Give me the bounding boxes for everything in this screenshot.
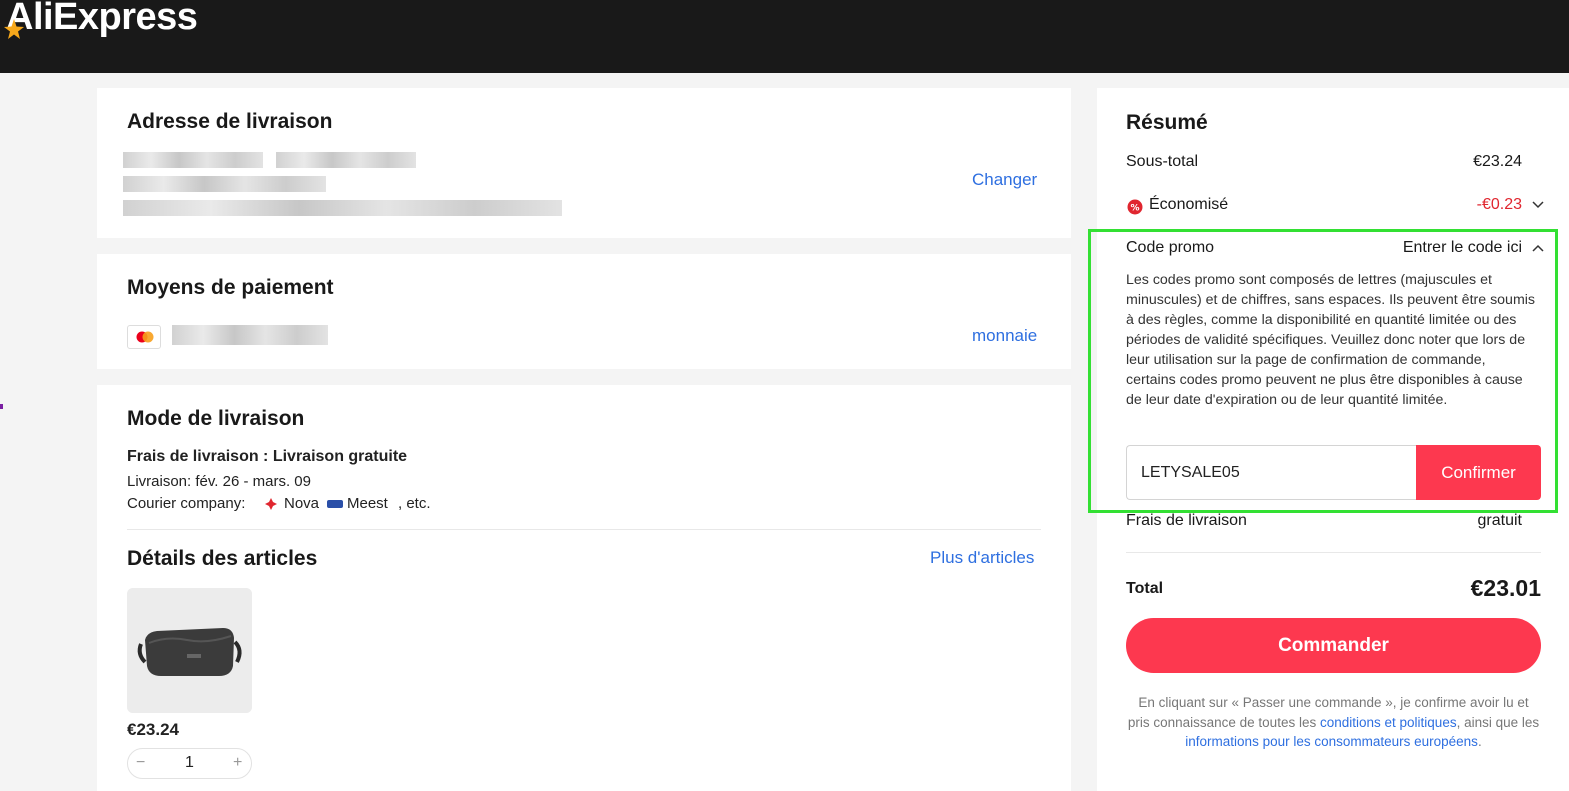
chevron-up-icon[interactable] — [1532, 243, 1544, 253]
subtotal-value: €23.24 — [1473, 153, 1522, 170]
nova-logo-icon — [265, 498, 277, 510]
legal-text-2: , ainsi que les — [1456, 714, 1540, 730]
promo-description: Les codes promo sont composés de lettres… — [1126, 272, 1536, 408]
courier-suffix: , etc. — [398, 495, 431, 512]
change-payment-link[interactable]: monnaie — [972, 326, 1037, 346]
terms-link[interactable]: conditions et politiques — [1320, 715, 1457, 730]
shipping-fee-value: gratuit — [1477, 512, 1522, 529]
saved-label: Économisé — [1149, 196, 1229, 213]
promo-toggle[interactable]: Entrer le code ici — [1403, 239, 1522, 257]
address-title: Adresse de livraison — [127, 110, 333, 133]
total-value: €23.01 — [1470, 575, 1541, 601]
card-number-redacted — [172, 325, 328, 345]
promo-code-input[interactable]: LETYSALE05 — [1126, 445, 1418, 500]
courier-meest: Meest — [347, 495, 388, 512]
edge-dot — [0, 404, 3, 409]
payment-card — [97, 254, 1071, 369]
discount-badge-icon: % — [1127, 199, 1143, 215]
subtotal-label: Sous-total — [1126, 153, 1199, 170]
address-city-redacted — [123, 200, 562, 216]
quantity-value[interactable]: 1 — [185, 754, 194, 772]
quantity-stepper: − 1 + — [127, 748, 252, 779]
shipping-fee-label: Frais de livraison — [1126, 512, 1247, 529]
legal-text-3: . — [1477, 734, 1482, 749]
items-title: Détails des articles — [127, 547, 318, 570]
legal-notice: En cliquant sur « Passer une commande »,… — [1126, 693, 1541, 752]
consumer-info-link[interactable]: informations pour les consommateurs euro… — [1185, 734, 1478, 749]
shipping-title: Mode de livraison — [127, 407, 305, 430]
quantity-minus-button[interactable]: − — [136, 754, 145, 772]
more-items-link[interactable]: Plus d'articles — [930, 548, 1034, 568]
shipping-fee-text: Frais de livraison : Livraison gratuite — [127, 448, 408, 465]
change-address-link[interactable]: Changer — [972, 170, 1037, 190]
quantity-plus-button[interactable]: + — [233, 754, 242, 772]
product-price: €23.24 — [127, 720, 179, 739]
logo-star-icon — [4, 19, 24, 39]
summary-divider — [1126, 552, 1541, 553]
mastercard-icon — [127, 325, 161, 349]
chevron-down-icon[interactable] — [1532, 200, 1544, 210]
logo-text: AliExpress — [6, 0, 198, 38]
payment-title: Moyens de paiement — [127, 276, 334, 299]
product-image[interactable] — [127, 588, 252, 713]
top-bar: AliExpress — [0, 0, 1569, 73]
total-label: Total — [1126, 580, 1164, 597]
saved-value: -€0.23 — [1476, 196, 1522, 213]
messenger-bag-icon — [127, 588, 252, 713]
meest-logo-icon — [327, 500, 343, 508]
promo-label: Code promo — [1126, 239, 1215, 256]
confirm-promo-button[interactable]: Confirmer — [1416, 445, 1541, 500]
delivery-date-text: Livraison: fév. 26 - mars. 09 — [127, 473, 311, 490]
shipping-divider — [127, 529, 1041, 530]
svg-text:%: % — [1130, 204, 1139, 214]
courier-prefix: Courier company: — [127, 495, 246, 512]
place-order-button[interactable]: Commander — [1126, 618, 1541, 673]
address-name-redacted — [123, 152, 263, 168]
aliexpress-logo[interactable]: AliExpress — [6, 0, 198, 39]
summary-title: Résumé — [1126, 111, 1208, 134]
address-phone-redacted — [276, 152, 416, 168]
courier-nova: Nova — [284, 495, 320, 512]
address-street-redacted — [123, 176, 326, 192]
